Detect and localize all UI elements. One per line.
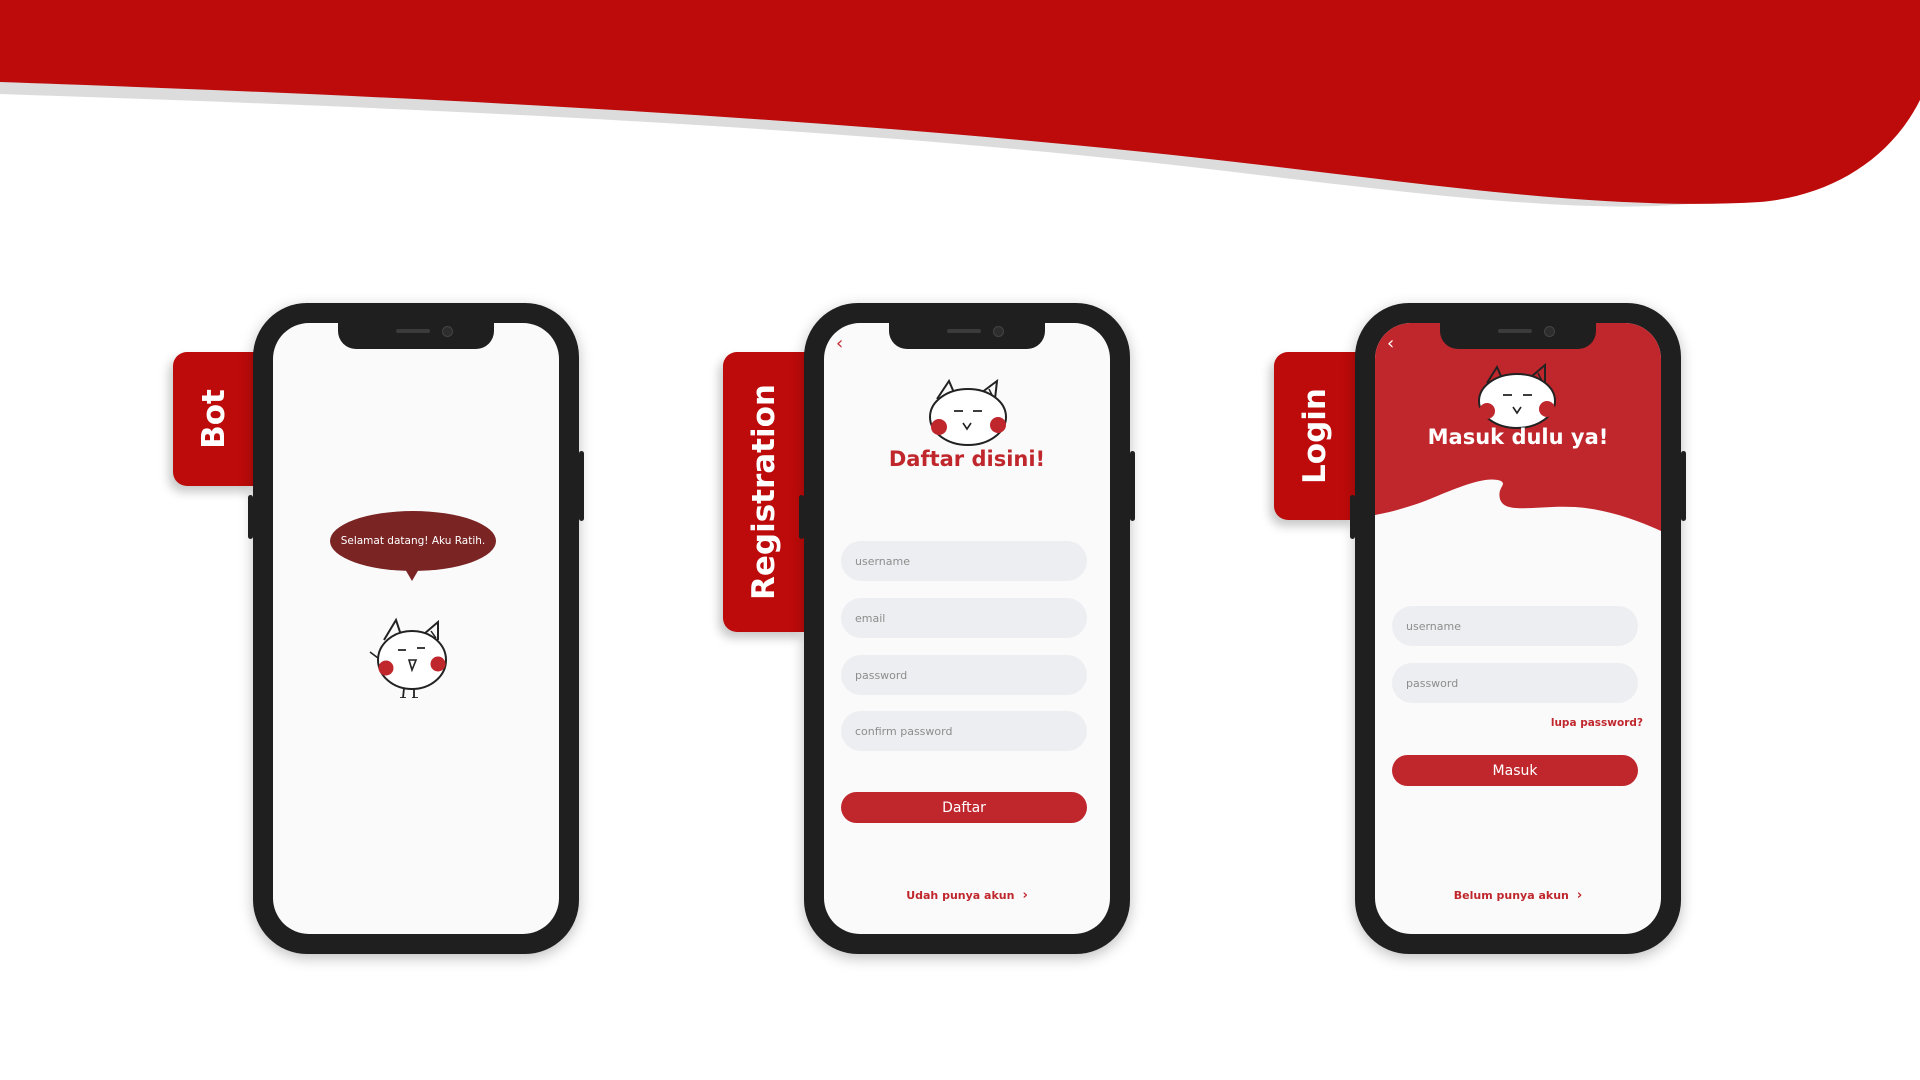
- tab-login-label: Login: [1297, 388, 1333, 484]
- phone-notch: [338, 323, 494, 349]
- phone-login: ‹ Masuk dulu ya! lupa password? Masuk Be…: [1350, 303, 1686, 954]
- tab-bot-label: Bot: [196, 389, 232, 449]
- chevron-right-icon: ›: [1022, 888, 1028, 903]
- username-field[interactable]: [1392, 606, 1638, 646]
- chevron-right-icon: ›: [1576, 888, 1583, 903]
- masuk-button[interactable]: Masuk: [1392, 755, 1638, 786]
- header-wave: [0, 0, 1920, 207]
- speech-bubble-tail: [405, 569, 419, 581]
- forgot-password-link[interactable]: lupa password?: [1551, 717, 1643, 729]
- password-field[interactable]: [841, 655, 1087, 695]
- registration-title: Daftar disini!: [888, 447, 1046, 471]
- login-link-label: Udah punya akun: [906, 889, 1015, 902]
- cat-mascot-icon: [1478, 362, 1556, 429]
- daftar-button[interactable]: Daftar: [841, 792, 1087, 823]
- cat-mascot-icon: [369, 617, 447, 698]
- confirm-password-field[interactable]: [841, 711, 1087, 751]
- registration-screen: ‹ Daftar disini! Daftar Udah punya akun ›: [824, 323, 1110, 934]
- bot-screen: Selamat datang! Aku Ratih.: [273, 323, 559, 934]
- chevron-left-icon[interactable]: ‹: [836, 333, 843, 354]
- register-link-label: Belum punya akun: [1453, 889, 1569, 902]
- register-link[interactable]: Belum punya akun ›: [1375, 888, 1661, 903]
- speech-bubble: Selamat datang! Aku Ratih.: [330, 511, 496, 571]
- password-field[interactable]: [1392, 663, 1638, 703]
- tab-login[interactable]: Login: [1274, 352, 1356, 520]
- tab-bot[interactable]: Bot: [173, 352, 255, 486]
- tab-registration-label: Registration: [746, 383, 782, 601]
- phone-registration: ‹ Daftar disini! Daftar Udah punya akun ›: [799, 303, 1135, 954]
- cat-mascot-icon: [929, 378, 1007, 446]
- tab-registration[interactable]: Registration: [723, 352, 805, 632]
- login-link[interactable]: Udah punya akun ›: [824, 888, 1110, 903]
- login-screen: ‹ Masuk dulu ya! lupa password? Masuk Be…: [1375, 323, 1661, 934]
- phone-bot: Selamat datang! Aku Ratih.: [248, 303, 584, 954]
- login-title: Masuk dulu ya!: [1427, 425, 1609, 449]
- username-field[interactable]: [841, 541, 1087, 581]
- phone-notch: [1440, 323, 1596, 349]
- email-field[interactable]: [841, 598, 1087, 638]
- phone-notch: [889, 323, 1045, 349]
- chevron-left-icon[interactable]: ‹: [1387, 333, 1394, 354]
